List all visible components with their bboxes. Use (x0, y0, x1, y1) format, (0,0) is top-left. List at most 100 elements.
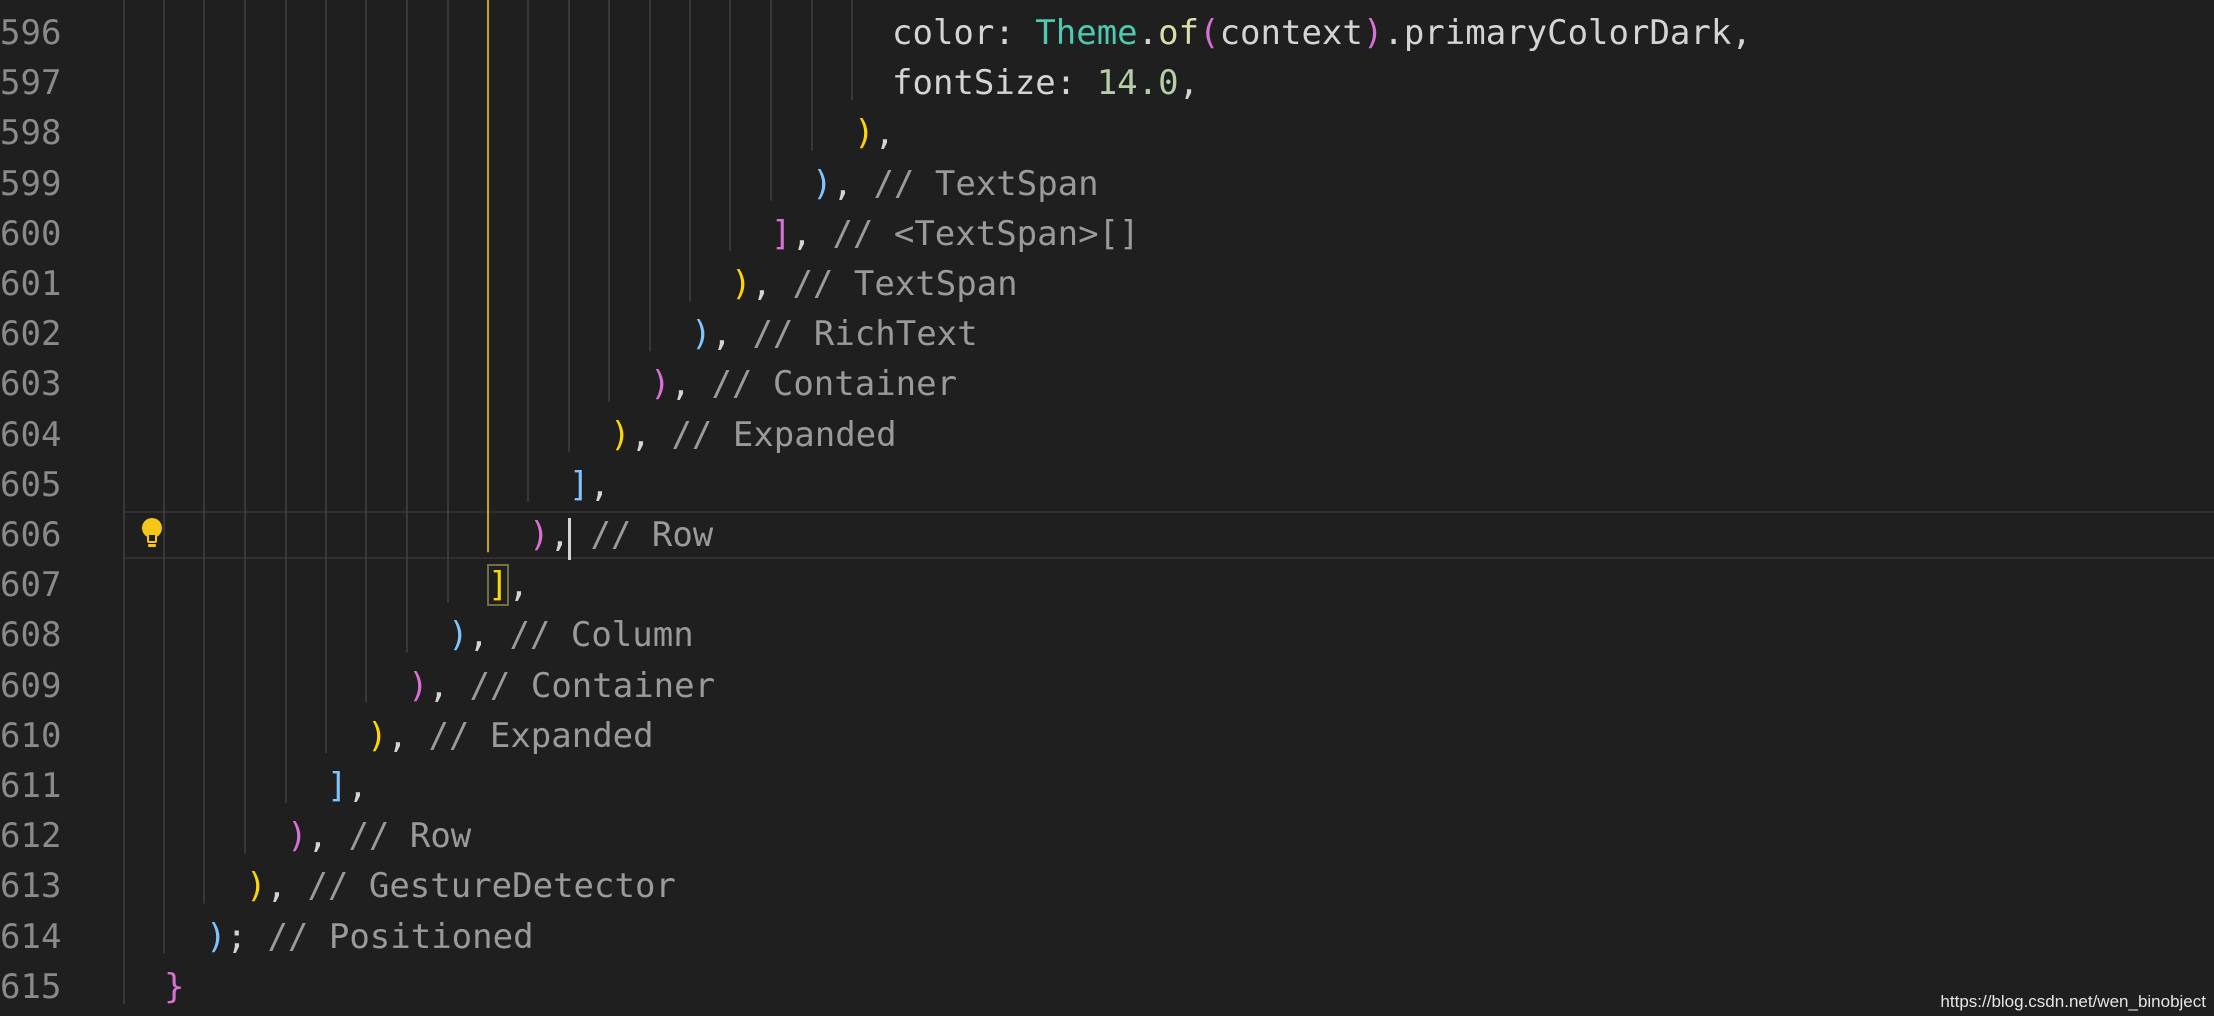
code-token: ) (610, 414, 631, 455)
code-comment: // Expanded (671, 414, 897, 455)
code-token: ] (486, 564, 510, 607)
code-token: . (1137, 13, 1159, 53)
current-line-highlight (124, 511, 2214, 559)
code-line[interactable]: ), // Container (650, 359, 957, 409)
code-line[interactable]: ); // Positioned (206, 912, 534, 962)
code-token: ) (731, 264, 752, 304)
line-number: 599 (0, 163, 62, 204)
code-token: , (347, 766, 368, 806)
line-number: 614 (0, 916, 62, 957)
code-comment: // TextSpan (873, 163, 1099, 204)
code-line[interactable]: ], (486, 560, 529, 610)
code-token: ) (691, 314, 712, 355)
code-token: ] (327, 766, 348, 806)
line-number: 606 (0, 515, 62, 555)
code-comment: // Container (711, 364, 958, 405)
code-token: ] (771, 213, 792, 254)
code-token: ) (529, 515, 550, 555)
code-line[interactable]: ), // Container (408, 661, 715, 711)
code-token: , (508, 565, 529, 606)
code-token: , (428, 665, 470, 706)
code-comment: // TextSpan (792, 264, 1018, 304)
line-number: 605 (0, 464, 62, 505)
code-line[interactable]: ), // Row (287, 811, 471, 861)
code-token: ) (448, 615, 469, 656)
code-token: , (468, 615, 510, 656)
code-line[interactable]: ), // TextSpan (731, 259, 1018, 309)
code-comment: // Positioned (267, 916, 534, 957)
code-token: of (1158, 13, 1200, 53)
code-comment: // RichText (752, 314, 978, 355)
code-line[interactable]: ], (327, 761, 368, 811)
code-token: , (307, 816, 349, 857)
line-number: 612 (0, 816, 62, 857)
code-token: ) (1362, 13, 1384, 53)
code-line[interactable]: color: Theme.of(context).primaryColorDar… (892, 8, 1752, 58)
code-token: , (711, 314, 753, 355)
code-comment: // GestureDetector (307, 866, 676, 907)
line-number: 602 (0, 314, 62, 355)
code-line[interactable]: ), // GestureDetector (246, 861, 676, 911)
code-token: ; (226, 916, 268, 957)
code-token: ) (650, 364, 671, 405)
line-number: 613 (0, 866, 62, 907)
code-token: ] (569, 464, 590, 505)
code-token: Theme (1035, 13, 1138, 53)
line-number: 615 (0, 966, 62, 1007)
code-editor[interactable]: 596 color: Theme.of(context).primaryColor… (0, 0, 2214, 1016)
code-comment: // <TextSpan>[] (832, 213, 1140, 254)
code-token: , (266, 866, 308, 907)
code-token: , (589, 464, 610, 505)
line-number: 597 (0, 63, 62, 104)
code-token: context (1219, 13, 1363, 53)
code-line[interactable]: ], (569, 460, 610, 510)
line-number: 604 (0, 414, 62, 455)
code-comment: // Container (469, 665, 716, 706)
code-line[interactable]: ], // <TextSpan>[] (771, 209, 1139, 259)
code-token: , (791, 213, 833, 254)
watermark: https://blog.csdn.net/wen_binobject (1940, 992, 2206, 1011)
code-token: .primaryColorDark, (1383, 13, 1752, 53)
lightbulb-icon[interactable] (139, 516, 165, 550)
code-token: , (1178, 63, 1200, 104)
code-token: color: (892, 13, 1036, 53)
code-line[interactable]: ), // Expanded (610, 410, 897, 460)
code-token: , (387, 715, 429, 756)
code-line[interactable]: ), // Column (448, 610, 694, 660)
text-cursor (568, 518, 571, 560)
code-comment: // Row (348, 816, 472, 857)
code-line[interactable]: ), // TextSpan (812, 159, 1099, 209)
code-token: 14.0 (1096, 63, 1179, 104)
code-token: , (832, 163, 874, 204)
code-line[interactable]: ), // RichText (691, 309, 978, 359)
code-line[interactable]: ), // Row (529, 510, 713, 560)
code-token: , (670, 364, 712, 405)
code-token: ) (206, 916, 227, 957)
code-line[interactable]: } (164, 962, 184, 1012)
code-token: fontSize: (892, 63, 1097, 104)
code-token: ) (367, 715, 388, 756)
code-token: ) (854, 113, 875, 154)
code-token: } (164, 966, 185, 1007)
code-comment: // Row (590, 515, 714, 555)
code-line[interactable]: fontSize: 14.0, (892, 58, 1199, 108)
line-number: 598 (0, 113, 62, 154)
code-token: , (630, 414, 672, 455)
code-token: , (751, 264, 793, 304)
line-number: 610 (0, 715, 62, 756)
code-token: , (874, 113, 895, 154)
line-number: 600 (0, 213, 62, 254)
line-number: 601 (0, 264, 62, 304)
code-token: ( (1199, 13, 1220, 53)
code-comment: // Expanded (428, 715, 654, 756)
line-number: 611 (0, 766, 62, 806)
code-token: ) (408, 665, 429, 706)
code-line[interactable]: ), // Expanded (367, 711, 654, 761)
line-number: 608 (0, 615, 62, 656)
line-number: 609 (0, 665, 62, 706)
code-comment: // Column (509, 615, 694, 656)
line-number: 607 (0, 565, 62, 606)
code-token: ) (287, 816, 308, 857)
line-number: 603 (0, 364, 62, 405)
code-line[interactable]: ), (854, 108, 895, 158)
